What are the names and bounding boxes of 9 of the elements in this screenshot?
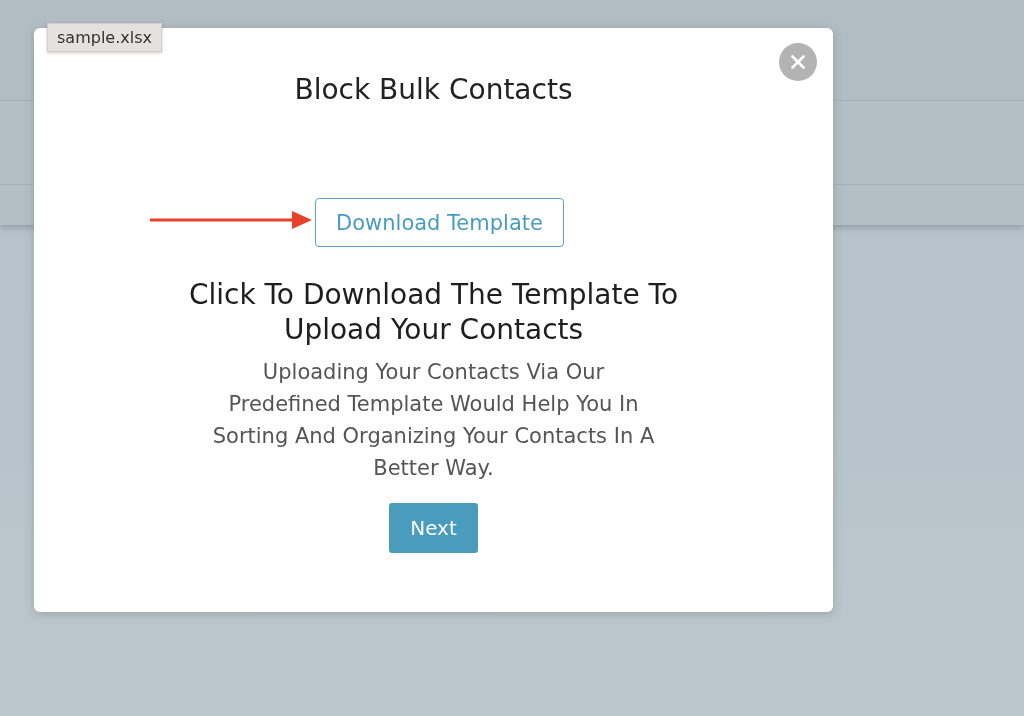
filename-tooltip: sample.xlsx bbox=[47, 23, 162, 52]
description-text: Uploading Your Contacts Via Our Predefined Template Would Help You In Sorting And Organizing Your Contacts In A Better Way. bbox=[211, 359, 656, 482]
instruction-heading: Click To Download The Template To Upload Your Contacts bbox=[187, 277, 680, 347]
arrow-icon bbox=[150, 210, 312, 230]
download-template-button[interactable]: Download Template bbox=[315, 198, 564, 247]
close-button[interactable] bbox=[779, 43, 817, 81]
dialog-title: Block Bulk Contacts bbox=[294, 72, 573, 108]
close-icon bbox=[791, 55, 805, 69]
next-button[interactable]: Next bbox=[389, 503, 478, 553]
